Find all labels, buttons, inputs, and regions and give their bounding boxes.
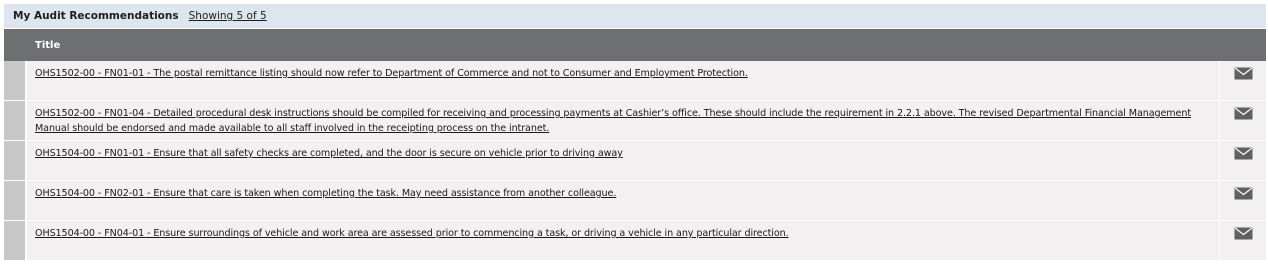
row-action-cell xyxy=(1220,221,1266,260)
audit-recommendations-panel: My Audit Recommendations Showing 5 of 5 … xyxy=(4,4,1266,264)
column-header-row: Title xyxy=(4,29,1266,61)
table-row: OHS1504-00 - FN01-01 - Ensure that all s… xyxy=(4,141,1266,181)
table-row: OHS1504-00 - FN04-01 - Ensure surroundin… xyxy=(4,221,1266,261)
table-body: OHS1502-00 - FN01-01 - The postal remitt… xyxy=(4,61,1266,261)
panel-header: My Audit Recommendations Showing 5 of 5 xyxy=(4,4,1266,29)
row-action-cell xyxy=(1220,181,1266,220)
row-selector[interactable] xyxy=(4,101,27,140)
row-action-cell xyxy=(1220,101,1266,140)
row-action-cell xyxy=(1220,141,1266,180)
recommendation-link[interactable]: OHS1504-00 - FN01-01 - Ensure that all s… xyxy=(35,148,623,159)
title-cell: OHS1504-00 - FN04-01 - Ensure surroundin… xyxy=(27,221,1220,260)
row-action-cell xyxy=(1220,61,1266,100)
mail-icon[interactable] xyxy=(1234,227,1253,240)
mail-icon[interactable] xyxy=(1234,67,1253,80)
row-selector[interactable] xyxy=(4,221,27,260)
panel-title: My Audit Recommendations xyxy=(13,10,179,22)
title-cell: OHS1504-00 - FN01-01 - Ensure that all s… xyxy=(27,141,1220,180)
column-header-title[interactable]: Title xyxy=(35,40,60,51)
recommendation-link[interactable]: OHS1502-00 - FN01-04 - Detailed procedur… xyxy=(35,108,1191,134)
mail-icon[interactable] xyxy=(1234,187,1253,200)
title-cell: OHS1504-00 - FN02-01 - Ensure that care … xyxy=(27,181,1220,220)
mail-icon[interactable] xyxy=(1234,107,1253,120)
table-row: OHS1504-00 - FN02-01 - Ensure that care … xyxy=(4,181,1266,221)
title-cell: OHS1502-00 - FN01-01 - The postal remitt… xyxy=(27,61,1220,100)
row-selector[interactable] xyxy=(4,181,27,220)
recommendation-link[interactable]: OHS1504-00 - FN02-01 - Ensure that care … xyxy=(35,188,616,199)
record-count-link[interactable]: Showing 5 of 5 xyxy=(189,10,267,22)
row-selector[interactable] xyxy=(4,61,27,100)
mail-icon[interactable] xyxy=(1234,147,1253,160)
title-cell: OHS1502-00 - FN01-04 - Detailed procedur… xyxy=(27,101,1220,140)
table-row: OHS1502-00 - FN01-04 - Detailed procedur… xyxy=(4,101,1266,141)
recommendation-link[interactable]: OHS1502-00 - FN01-01 - The postal remitt… xyxy=(35,68,748,79)
recommendation-link[interactable]: OHS1504-00 - FN04-01 - Ensure surroundin… xyxy=(35,228,789,239)
row-selector[interactable] xyxy=(4,141,27,180)
table-row: OHS1502-00 - FN01-01 - The postal remitt… xyxy=(4,61,1266,101)
